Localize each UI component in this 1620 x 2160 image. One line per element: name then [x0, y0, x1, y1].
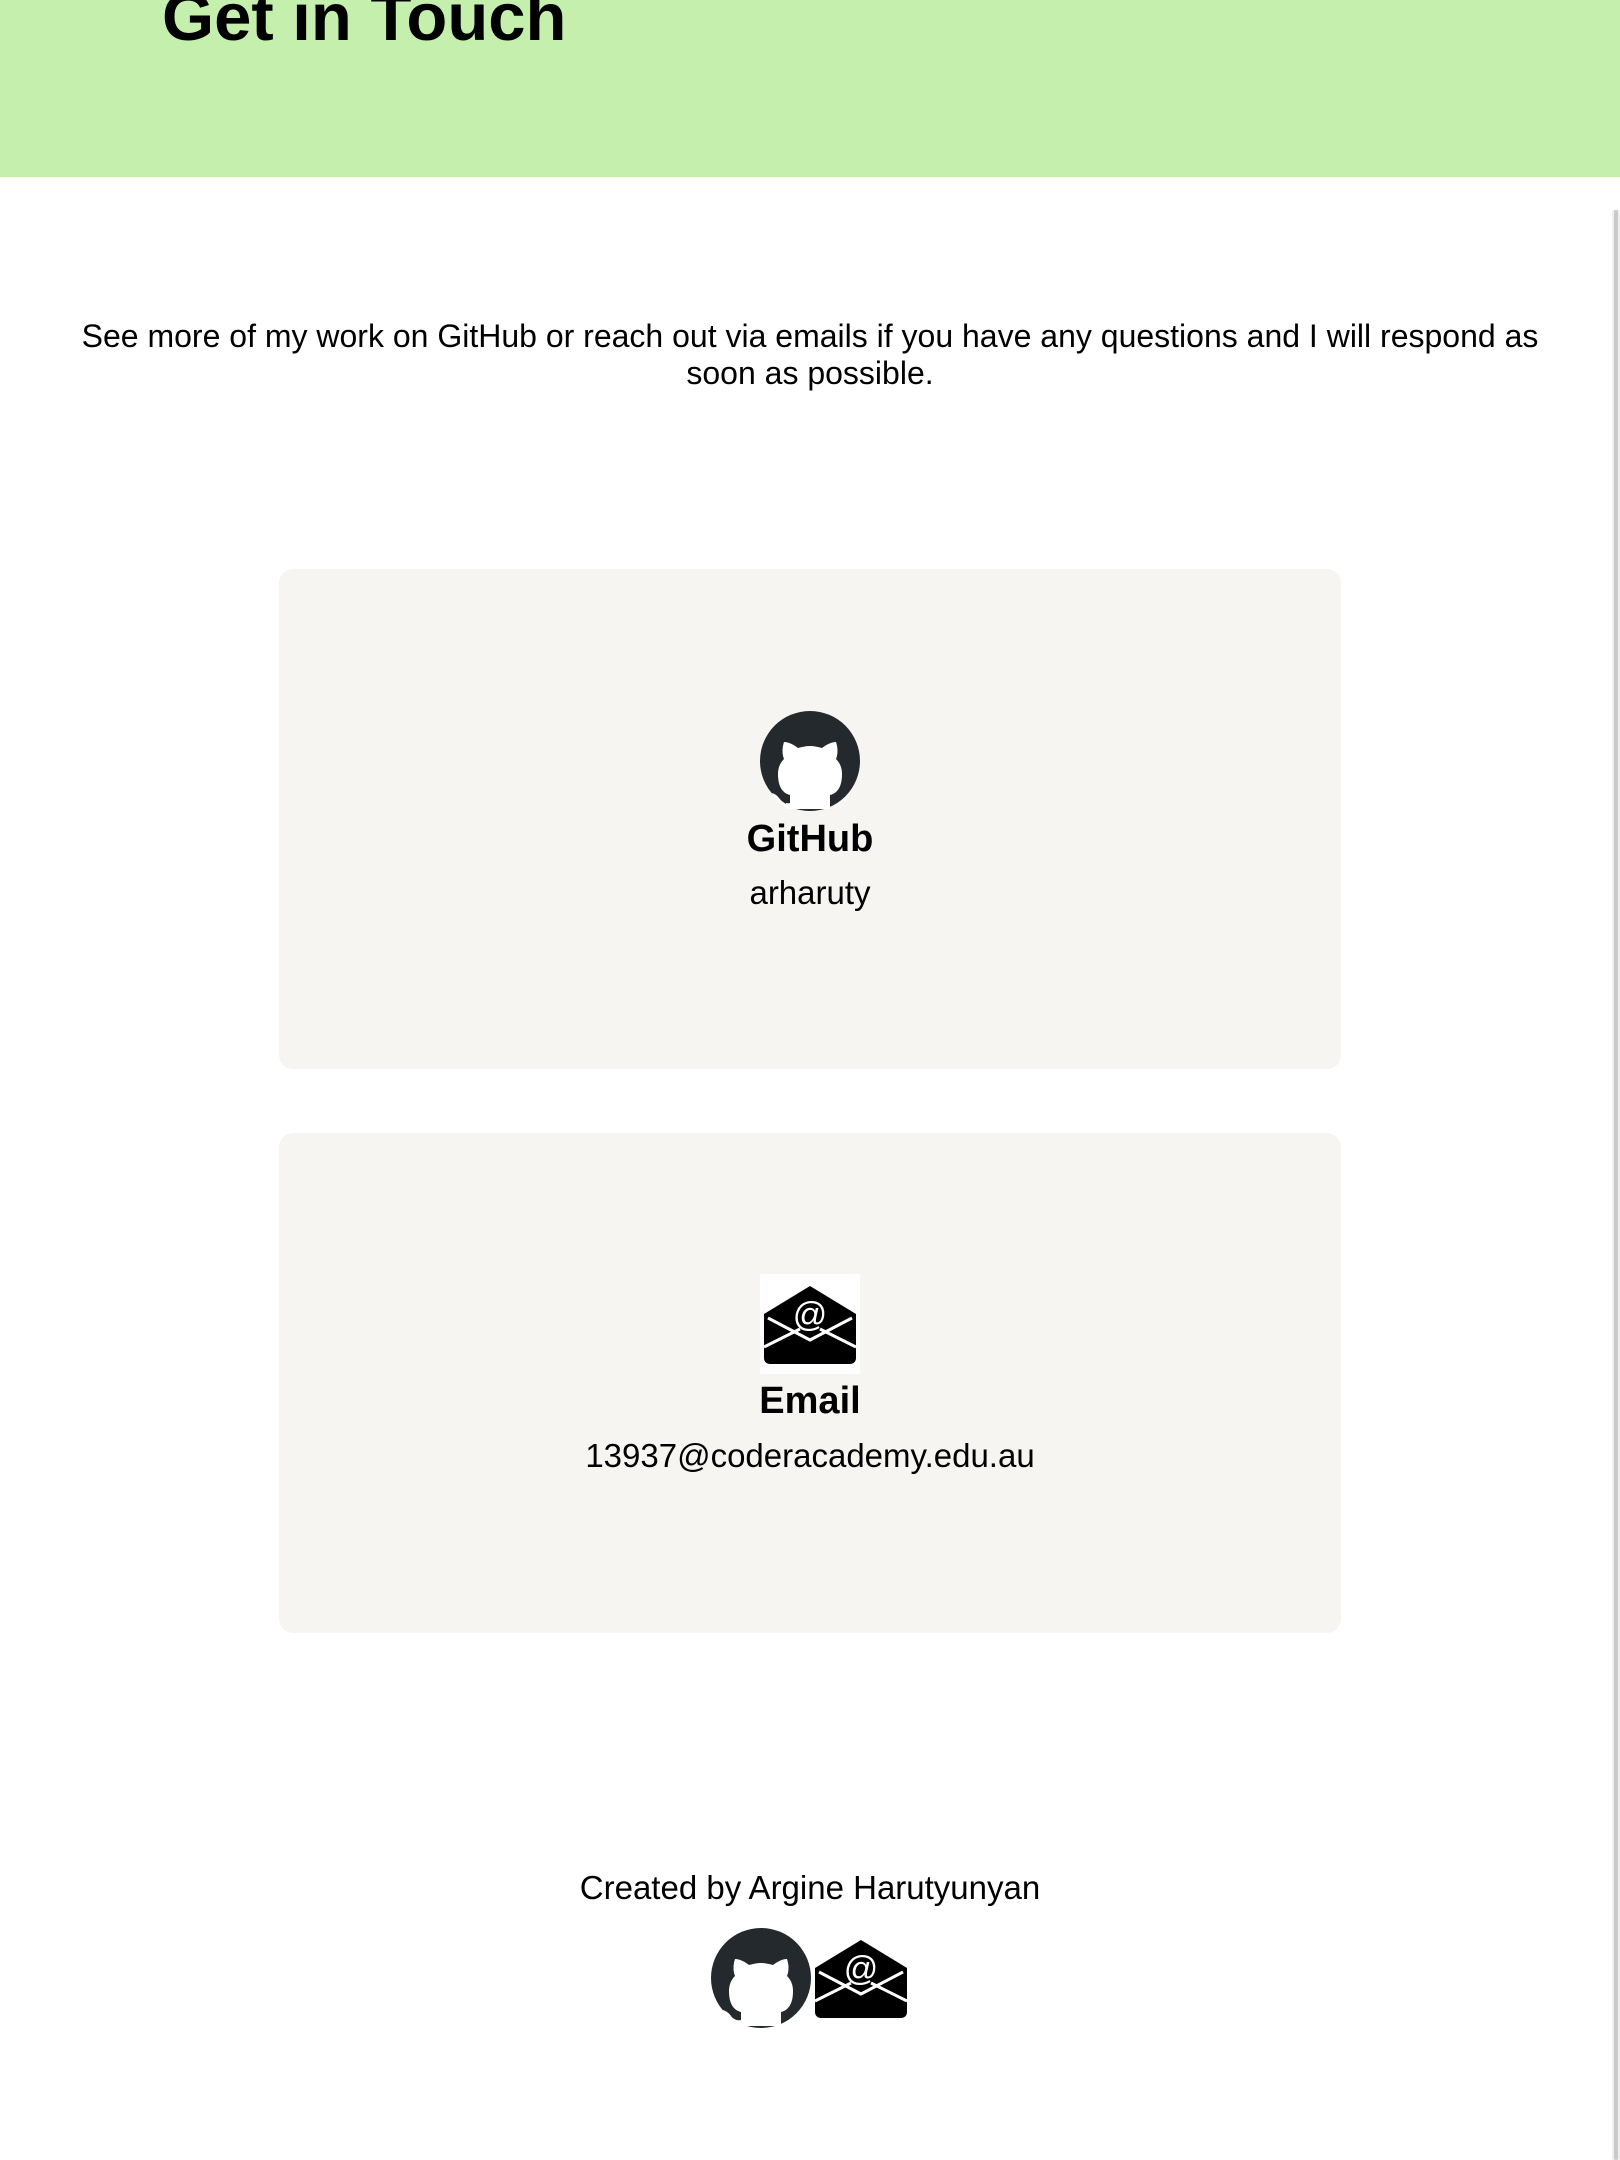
page-footer: Created by Argine Harutyunyan @	[0, 1868, 1620, 2028]
page-header: Get in Touch	[0, 0, 1620, 177]
github-icon	[711, 1928, 811, 2028]
footer-github-link[interactable]	[711, 1928, 811, 2028]
page-title: Get in Touch	[162, 0, 567, 55]
github-icon	[760, 711, 860, 811]
intro-text: See more of my work on GitHub or reach o…	[81, 318, 1539, 391]
github-link[interactable]	[760, 711, 860, 811]
email-card-title: Email	[759, 1380, 861, 1422]
email-envelope-icon: @	[814, 1940, 908, 2018]
github-card: GitHub arharuty	[279, 569, 1341, 1069]
svg-text:@: @	[844, 1950, 879, 1988]
footer-credit: Created by Argine Harutyunyan	[579, 1869, 1041, 1906]
svg-text:@: @	[793, 1296, 828, 1334]
footer-email-link[interactable]: @	[811, 1928, 911, 2028]
contact-page: Get in Touch See more of my work on GitH…	[0, 0, 1620, 2160]
footer-social-links: @	[711, 1928, 911, 2028]
github-card-title: GitHub	[746, 818, 874, 860]
email-envelope-icon: @	[763, 1286, 857, 1364]
email-link[interactable]: @	[760, 1274, 860, 1374]
email-card: @ Email 13937@coderacademy.edu.au	[279, 1133, 1341, 1633]
github-username[interactable]: arharuty	[279, 873, 1341, 913]
email-address[interactable]: 13937@coderacademy.edu.au	[279, 1436, 1341, 1476]
